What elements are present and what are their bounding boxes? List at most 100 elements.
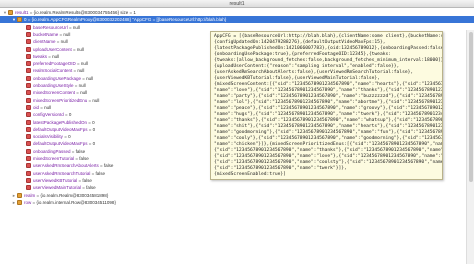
variable-name: onboardingPassed <box>33 148 71 154</box>
field-icon <box>26 90 31 96</box>
tree-row-text: onboardingUsePackage = null <box>33 75 93 82</box>
tree-row-text: mixedScreenContent = null <box>33 89 87 96</box>
variable-name: baseResourceUrl <box>33 24 68 30</box>
tree-row[interactable]: ▼ 0 = {io.realm.AppCFGRealmProxy@83000322… <box>0 16 474 24</box>
tree-row[interactable]: ▼ result1 = {io.realm.RealmResults@830003… <box>0 9 474 16</box>
no-arrow <box>21 119 25 126</box>
field-icon <box>26 53 31 59</box>
object-icon <box>17 199 22 205</box>
tree-row[interactable]: baseResourceUrl = null <box>0 24 474 31</box>
no-arrow <box>21 184 25 191</box>
field-icon <box>26 104 31 110</box>
no-arrow <box>21 82 25 89</box>
variable-name: mixedScreenTutorial <box>33 156 75 161</box>
variable-value: = null <box>87 97 100 103</box>
no-arrow <box>21 177 25 184</box>
tree-row-text: result1 = {io.realm.RealmResults@8300034… <box>15 9 136 16</box>
field-icon <box>26 148 31 154</box>
variable-value: = null <box>55 39 68 45</box>
variable-value: = 0 <box>62 134 71 140</box>
tree-row-text: uploadUserContent = null <box>33 46 84 53</box>
tree-row-text: tweaks = null <box>33 53 59 60</box>
no-arrow <box>21 75 25 82</box>
collapse-arrow-icon[interactable]: ► <box>12 199 16 206</box>
no-arrow <box>21 89 25 96</box>
object-icon <box>17 192 22 198</box>
no-arrow <box>21 162 25 169</box>
variable-name: realmSocialContent <box>33 68 73 74</box>
tree-row-text: defaultOutputVideoMaxFps = 0 <box>33 140 95 147</box>
tree-scrollbar[interactable] <box>466 30 474 264</box>
object-icon <box>17 17 22 23</box>
no-arrow <box>21 46 25 53</box>
field-icon <box>26 61 31 67</box>
field-icon <box>26 97 31 103</box>
no-arrow <box>21 104 25 111</box>
tree-row[interactable]: ► row = {io.realm.internal.Row@8300345110… <box>0 199 474 206</box>
variable-name: tweaks <box>33 53 48 59</box>
field-icon <box>26 163 31 169</box>
variable-value: = 0 <box>87 141 96 147</box>
variable-value: = {io.realm.AppCFGRealmProxy@83000322024… <box>26 17 227 23</box>
field-icon <box>26 170 31 176</box>
variable-value: = false <box>74 156 89 161</box>
variable-name: userViewedKBTutorial <box>33 177 78 183</box>
variable-value: = null <box>72 68 85 74</box>
variable-value: = null <box>81 75 94 81</box>
tree-row-text: realmSocialContent = null <box>33 67 84 74</box>
field-icon <box>26 24 31 30</box>
expand-arrow-icon[interactable]: ▼ <box>3 9 7 16</box>
collapse-arrow-icon[interactable]: ► <box>12 192 16 199</box>
field-icon <box>26 46 31 52</box>
variable-name: realm <box>24 192 36 198</box>
variable-value: = {io.realm.RealmResults@8300034755456} … <box>28 10 136 15</box>
field-icon <box>26 68 31 74</box>
tree-row-text: userAskedRmSearchAboutAlerts = false <box>33 162 113 169</box>
variable-value: = 0 <box>87 126 96 132</box>
expand-arrow-icon[interactable]: ▼ <box>12 16 16 23</box>
tree-row-text: userAskedRmSearchTutorial = false <box>33 170 105 177</box>
no-arrow <box>21 60 25 67</box>
no-arrow <box>21 38 25 45</box>
scrollbar-thumb[interactable] <box>469 32 473 182</box>
variable-name: onboardingUseStyle <box>33 83 74 88</box>
no-arrow <box>21 111 25 118</box>
tree-row-text: preferredFootageOID = null <box>33 60 88 67</box>
no-arrow <box>21 67 25 74</box>
tree-row[interactable]: userViewedMainTutorial = false <box>0 184 474 191</box>
variable-name: defaultOutputVideoMaxFps <box>33 141 88 147</box>
field-icon <box>26 185 31 191</box>
tree-row-text: mixedScreenTutorial = false <box>33 155 89 162</box>
variable-value: = false <box>77 177 92 183</box>
field-icon <box>26 31 31 37</box>
field-icon <box>26 83 31 88</box>
window-title: result1 <box>229 1 245 7</box>
variable-value: = false <box>70 148 86 154</box>
value-tooltip-text: AppCFG = [{baseResourceUrl:http://blah.b… <box>214 34 443 177</box>
field-icon <box>26 75 31 81</box>
tree-row-text: defaultOutputVideoMaxFps = 0 <box>33 126 95 133</box>
no-arrow <box>21 31 25 38</box>
variable-name: mixedScreenPrioritizedEnu <box>33 97 88 103</box>
variable-name: mixedScreenContent <box>33 90 76 96</box>
tree-row-text: mixedScreenPrioritizedEnu = null <box>33 97 99 104</box>
tree-row-text: oid = null <box>33 104 51 111</box>
no-arrow <box>21 24 25 31</box>
tree-row[interactable]: ► realm = {io.realm.Realm@830034581898} <box>0 192 474 199</box>
no-arrow <box>21 155 25 162</box>
tree-row-text: baseResourceUrl = null <box>33 24 80 31</box>
variable-value: = null <box>71 46 84 52</box>
field-icon <box>26 119 31 125</box>
variable-value: = null <box>75 61 88 67</box>
variable-value: = false <box>90 170 105 176</box>
variable-value: = null <box>73 83 86 88</box>
no-arrow <box>21 97 25 104</box>
variable-name: result1 <box>15 10 29 15</box>
tree-row-text: configVersionId = 0 <box>33 111 71 118</box>
object-icon <box>8 10 13 15</box>
variable-name: userViewedMainTutorial <box>33 185 82 191</box>
no-arrow <box>21 170 25 177</box>
field-icon <box>26 141 31 147</box>
variable-name: clientName <box>33 39 56 45</box>
variable-value: = 0 <box>87 119 95 125</box>
